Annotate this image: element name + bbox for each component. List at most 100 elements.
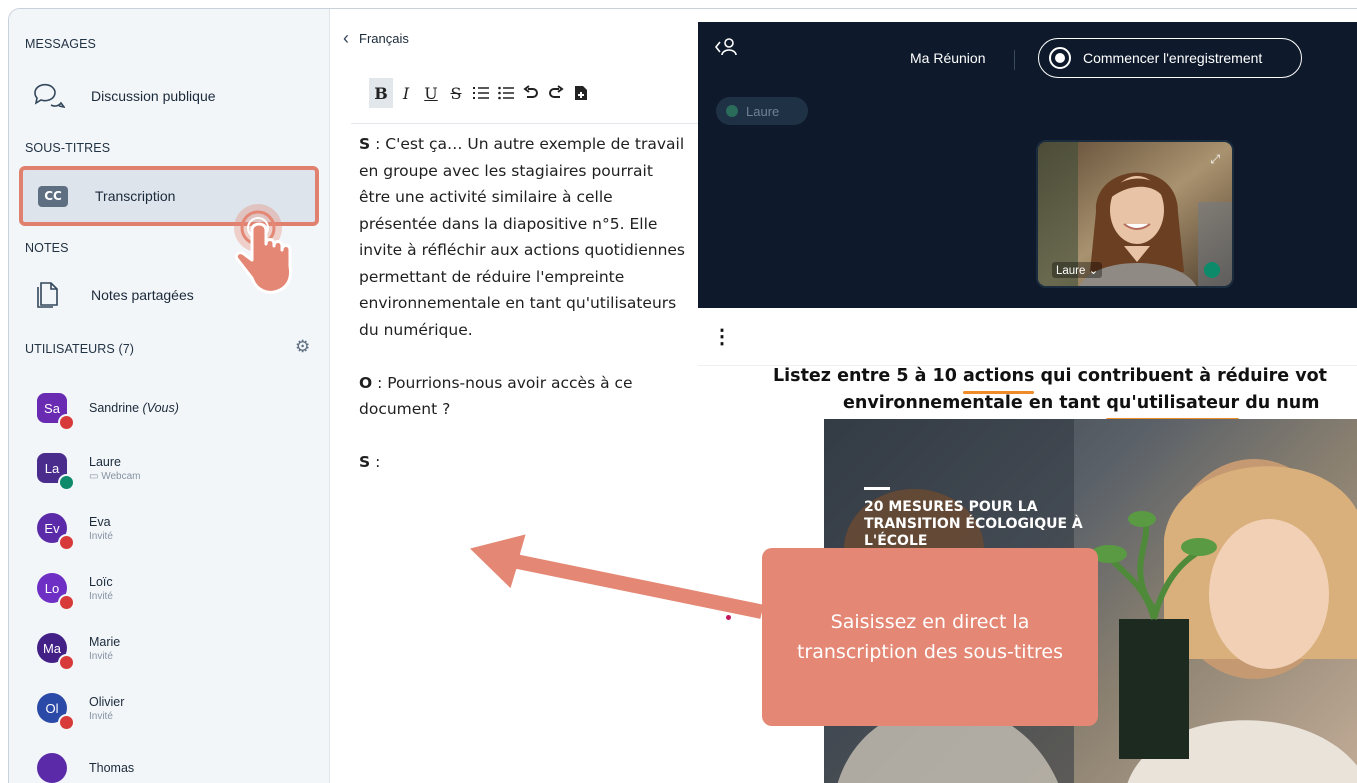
transcript-textarea[interactable]: S : C'est ça… Un autre exemple de travai… (359, 131, 689, 502)
user-name: Olivier (89, 695, 124, 709)
muted-mic-icon (58, 534, 75, 551)
avatar-initials: Ol (45, 700, 59, 716)
record-label: Commencer l'enregistrement (1083, 50, 1263, 66)
bold-button[interactable]: B (369, 78, 393, 108)
avatar-initials: Ma (42, 640, 62, 656)
sidebar: MESSAGES Discussion publique SOUS-TITRES… (9, 9, 330, 783)
talking-indicator: Laure (716, 97, 808, 125)
user-list-item[interactable]: Thomas (37, 743, 307, 783)
save-file-button[interactable] (569, 78, 593, 108)
chevron-left-icon: ‹ (343, 28, 349, 48)
user-name: Marie (89, 635, 120, 649)
italic-button[interactable]: I (394, 78, 418, 108)
avatar: Sa (37, 393, 75, 431)
transcript-text: : C'est ça… Un autre exemple de travail … (359, 135, 685, 339)
avatar-initials: Lo (44, 580, 60, 596)
user-name-text: Eva (89, 514, 111, 529)
speaker-initial: S (359, 135, 371, 153)
underline-button[interactable]: U (419, 78, 443, 108)
redo-icon (549, 85, 564, 98)
meeting-title: Ma Réunion (910, 50, 986, 66)
transcription-editor: ‹ Français B I U S S : C'est ça… Un autr… (331, 9, 701, 783)
user-text: Eva Invité (89, 515, 113, 542)
ordered-list-icon (473, 87, 489, 99)
toggle-users-button[interactable] (714, 36, 738, 58)
instruction-callout: Saisissez en direct la transcription des… (762, 548, 1098, 726)
closed-captions-icon: CC (29, 185, 77, 207)
language-back-button[interactable]: ‹ Français (343, 29, 409, 47)
slide-line2-highlight: qu'utilisateur (1106, 390, 1239, 421)
back-user-icon (714, 38, 737, 56)
user-name: Sandrine (Vous) (89, 401, 179, 415)
user-role: Invité (89, 650, 113, 662)
user-name-text: Marie (89, 634, 121, 649)
editor-toolbar: B I U S (369, 77, 669, 109)
mic-on-icon (58, 474, 75, 491)
user-list-item[interactable]: Sa Sandrine (Vous) (37, 383, 307, 433)
talker-name: Laure (746, 103, 780, 119)
webcam-username[interactable]: Laure ⌄ (1052, 262, 1103, 278)
user-text: Marie Invité (89, 635, 120, 662)
notes-section-title: NOTES (25, 241, 69, 255)
user-list-item[interactable]: Ol Olivier Invité (37, 683, 307, 733)
subtitles-section-title: SOUS-TITRES (25, 141, 111, 155)
cursor-dot (726, 615, 731, 620)
user-role: Invité (89, 530, 113, 542)
slide-line1-highlight: actions (962, 363, 1035, 394)
presentation-options-button[interactable]: ⋮ (712, 327, 732, 347)
user-name-text: Loïc (89, 574, 113, 589)
muted-mic-icon (58, 654, 75, 671)
users-settings-gear-icon[interactable]: ⚙ (295, 337, 310, 357)
pointer-hand-icon (234, 204, 292, 294)
transcript-text: : Pourrions-nous avoir accès à ce docume… (359, 373, 633, 419)
user-name-text: Sandrine (89, 401, 140, 415)
transcript-text: : (370, 453, 381, 471)
user-name: Thomas (89, 761, 134, 775)
user-name-text: Thomas (89, 761, 135, 775)
user-list-item[interactable]: Ma Marie Invité (37, 623, 307, 673)
strikethrough-button[interactable]: S (444, 78, 468, 108)
user-name: Laure (89, 455, 141, 469)
talking-dot-icon (726, 105, 738, 117)
avatar-initials: Sa (44, 400, 60, 416)
document-icon (25, 279, 71, 311)
ordered-list-button[interactable] (469, 78, 493, 108)
avatar-initials: Ev (44, 520, 60, 536)
avatar: La (37, 453, 75, 491)
user-list-item[interactable]: Ev Eva Invité (37, 503, 307, 553)
photo-caption: 20 MESURES POUR LA TRANSITION ÉCOLOGIQUE… (864, 499, 1083, 549)
user-list-item[interactable]: La Laure ▭ Webcam (37, 443, 307, 493)
user-name-text: Olivier (89, 694, 125, 709)
save-file-icon (575, 86, 587, 100)
user-role: Invité (89, 590, 113, 602)
muted-mic-icon (58, 594, 75, 611)
undo-button[interactable] (519, 78, 543, 108)
user-name: Eva (89, 515, 113, 529)
redo-button[interactable] (544, 78, 568, 108)
slide-line1-part1: Listez entre 5 à 10 (773, 366, 963, 386)
muted-mic-icon (58, 414, 75, 431)
users-section-title: UTILISATEURS (7) (25, 342, 135, 356)
fullscreen-icon[interactable]: ⤢ (1210, 152, 1220, 167)
start-recording-button[interactable]: Commencer l'enregistrement (1038, 38, 1302, 78)
record-icon (1049, 47, 1071, 69)
slide-line1-part2: qui contribuent à réduire vot (1034, 366, 1327, 386)
user-role: Invité (89, 710, 113, 722)
webcam-tile[interactable]: Laure ⌄ ⤢ (1036, 140, 1234, 288)
toolbar-divider (351, 123, 701, 124)
title-divider (1014, 50, 1015, 70)
speaker-initial: O (359, 373, 373, 392)
transcript-paragraph: O : Pourrions-nous avoir accès à ce docu… (359, 370, 689, 423)
transcript-paragraph: S : C'est ça… Un autre exemple de travai… (359, 131, 689, 343)
user-text: Laure ▭ Webcam (89, 455, 141, 482)
mic-on-icon (1204, 262, 1220, 278)
avatar-initials: La (44, 460, 60, 476)
slide-title: Listez entre 5 à 10 actions qui contribu… (773, 363, 1357, 421)
muted-mic-icon (58, 714, 75, 731)
user-name-text: Laure (89, 454, 121, 469)
public-chat-item[interactable]: Discussion publique (25, 72, 319, 120)
shared-notes-label: Notes partagées (91, 287, 194, 303)
bullet-list-button[interactable] (494, 78, 518, 108)
user-text: Loïc Invité (89, 575, 113, 602)
user-list-item[interactable]: Lo Loïc Invité (37, 563, 307, 613)
